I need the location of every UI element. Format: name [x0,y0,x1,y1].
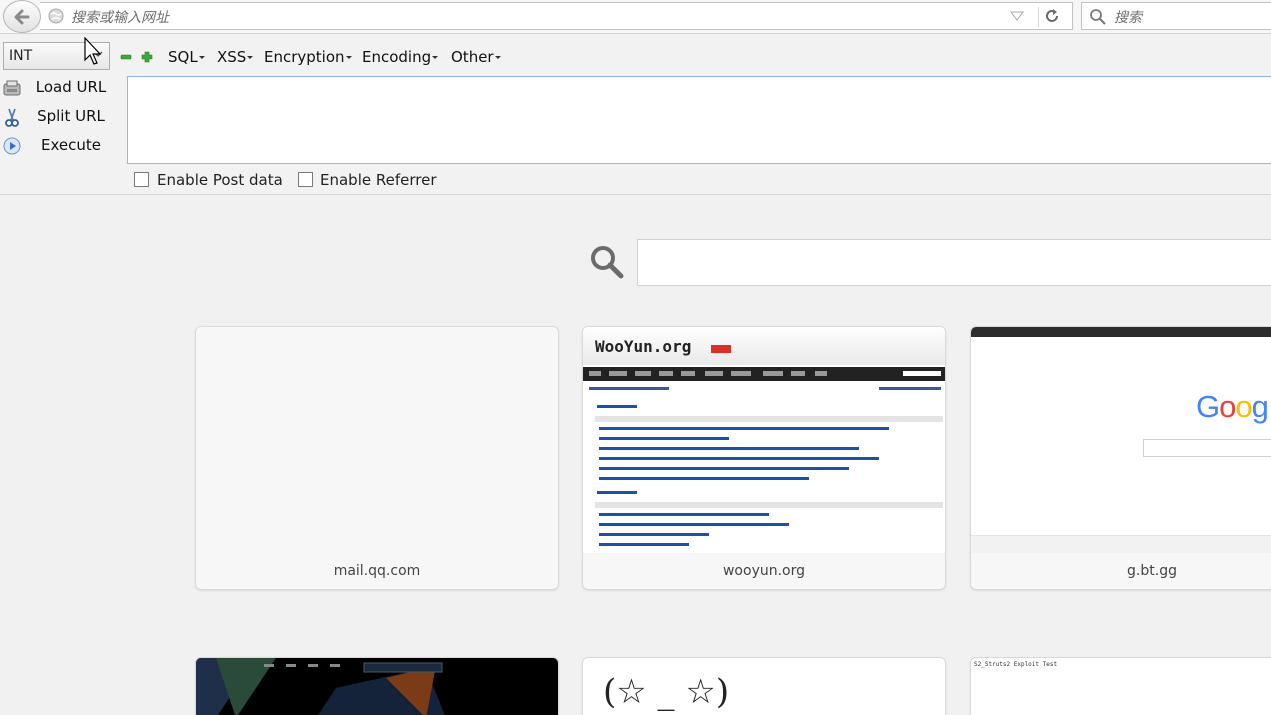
globe-icon [48,8,64,24]
back-arrow-icon [14,9,30,24]
tile-thumbnail: WooYun.org [583,327,945,553]
back-button[interactable] [3,0,41,33]
menu-xss[interactable]: XSS [217,48,254,66]
type-select-value: INT [9,48,33,64]
tile-struts-test[interactable]: S2_Struts2 Exploit Test [970,657,1271,715]
url-bar[interactable]: 搜索或输入网址 [40,2,1073,30]
execute-label: Execute [41,136,101,154]
tile-label: g.bt.gg [1127,563,1177,579]
mouse-cursor-icon [84,37,102,65]
menu-other[interactable]: Other [451,48,501,66]
newtab-search-icon [591,246,624,279]
navigation-bar: 搜索或输入网址 搜索 [0,0,1271,34]
url-separator [1038,7,1039,27]
split-url-button[interactable]: Split URL [0,104,112,130]
emoticon-text: (☆ _ ☆) [603,672,730,712]
tile-mail-qq[interactable]: mail.qq.com [195,326,559,590]
enable-post-label: Enable Post data [157,171,283,189]
enable-referrer-checkbox[interactable] [298,172,313,187]
wooyun-logo: WooYun.org [595,337,692,356]
url-textarea[interactable] [127,76,1271,164]
search-icon [1090,9,1106,25]
struts-title: S2_Struts2 Exploit Test [974,661,1058,668]
menu-encoding[interactable]: Encoding [362,48,439,66]
tile-emoticon-site[interactable]: (☆ _ ☆) [582,657,946,715]
enable-post-checkbox[interactable] [134,172,149,187]
tile-label: wooyun.org [722,563,806,579]
tile-label: mail.qq.com [333,563,421,579]
tile-wooyun[interactable]: WooYun.org wooyun.org [582,326,946,590]
load-url-button[interactable]: Load URL [0,75,112,101]
menu-sql[interactable]: SQL [168,48,205,66]
tile-dark-site[interactable] [195,657,559,715]
newtab-search-input[interactable] [637,239,1271,286]
tile-thumbnail: Goog [971,327,1271,553]
url-dropdown-icon[interactable] [1010,10,1024,22]
search-placeholder: 搜索 [1114,10,1142,26]
minus-icon[interactable] [120,51,132,63]
reload-icon[interactable] [1043,7,1061,25]
menu-encryption[interactable]: Encryption [264,48,352,66]
tile-g-bt-gg[interactable]: Goog g.bt.gg [970,326,1271,590]
url-placeholder: 搜索或输入网址 [71,10,169,26]
load-url-label: Load URL [35,78,107,96]
plus-icon[interactable] [141,51,153,63]
google-logo: Goog [1196,389,1269,424]
enable-referrer-label: Enable Referrer [320,171,437,189]
execute-button[interactable]: Execute [0,133,112,159]
search-bar[interactable]: 搜索 [1081,2,1271,30]
tile-thumbnail [196,327,558,553]
split-url-label: Split URL [37,107,105,125]
hackbar-panel: INT SQL XSS Encryption Encoding Other Lo… [0,35,1271,195]
